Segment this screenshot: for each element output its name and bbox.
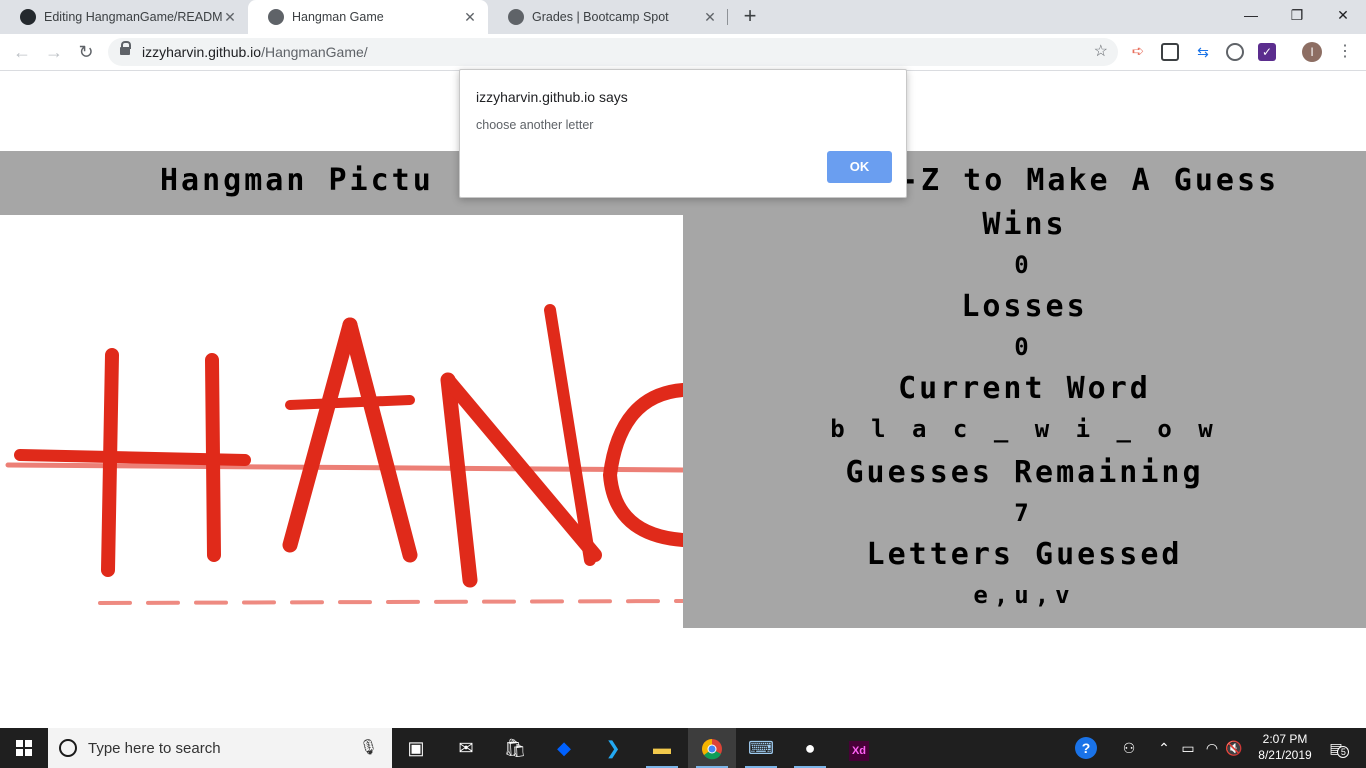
tab-grades-bootcamp[interactable]: Grades | Bootcamp Spot ✕ bbox=[488, 0, 728, 34]
tab-separator bbox=[727, 9, 728, 25]
close-icon[interactable]: ✕ bbox=[462, 9, 478, 26]
tab-title: Hangman Game bbox=[292, 10, 384, 24]
bookmark-star-icon[interactable]: ☆ bbox=[1094, 41, 1108, 61]
chevron-up-icon[interactable]: ⌃ bbox=[1154, 728, 1174, 768]
reload-button[interactable]: ↻ bbox=[74, 40, 98, 64]
dialog-message: choose another letter bbox=[476, 118, 594, 132]
cortana-icon bbox=[59, 739, 77, 757]
losses-value: 0 bbox=[1014, 333, 1035, 361]
minimize-button[interactable]: — bbox=[1228, 0, 1274, 30]
hangman-picture bbox=[0, 215, 683, 628]
help-icon[interactable]: ? bbox=[1072, 728, 1100, 768]
wins-label: Wins bbox=[982, 207, 1067, 242]
store-icon[interactable]: 🛍 bbox=[491, 728, 539, 768]
clock-time: 2:07 PM bbox=[1262, 732, 1308, 746]
losses-label: Losses bbox=[961, 289, 1088, 324]
windows-logo-icon bbox=[16, 740, 32, 756]
sync-extension-icon[interactable]: ⇆ bbox=[1194, 43, 1212, 61]
url-path: /HangmanGame/ bbox=[261, 44, 368, 60]
notifications-icon[interactable]: ▤ 5 bbox=[1322, 728, 1350, 768]
globe-icon bbox=[508, 9, 524, 25]
file-explorer-icon[interactable]: ▬ bbox=[638, 728, 686, 768]
tab-strip: Editing HangmanGame/README ✕ Hangman Gam… bbox=[0, 0, 1366, 34]
ok-button[interactable]: OK bbox=[827, 151, 892, 183]
address-bar[interactable]: izzyharvin.github.io/HangmanGame/ ☆ bbox=[108, 38, 1118, 66]
start-button[interactable] bbox=[0, 728, 48, 768]
forward-button[interactable]: → bbox=[42, 40, 66, 64]
tab-title: Editing HangmanGame/README bbox=[44, 10, 222, 24]
checkmark-extension-icon[interactable]: ✓ bbox=[1258, 43, 1276, 61]
microphone-icon[interactable]: 🎙 bbox=[359, 738, 378, 756]
task-view-icon[interactable]: ▣ bbox=[392, 728, 440, 768]
back-button[interactable]: ← bbox=[10, 40, 34, 64]
clock-date: 8/21/2019 bbox=[1258, 748, 1312, 762]
terminal-icon[interactable]: ⌨ bbox=[737, 728, 785, 768]
windows-taskbar: Type here to search 🎙 ▣ ✉ 🛍 ◆ ❯ ▬ ⌨ ● Xd… bbox=[0, 728, 1366, 768]
taskbar-search[interactable]: Type here to search 🎙 bbox=[48, 728, 392, 768]
browser-toolbar: ← → ↻ izzyharvin.github.io/HangmanGame/ … bbox=[0, 34, 1366, 71]
menu-kebab-icon[interactable]: ⋮ bbox=[1336, 43, 1354, 61]
maximize-button[interactable]: ❐ bbox=[1274, 0, 1320, 30]
system-clock[interactable]: 2:07 PM 8/21/2019 bbox=[1249, 731, 1321, 763]
hangman-brush-logo bbox=[5, 304, 683, 605]
current-word-value: b l a c _ w i _ o w bbox=[830, 415, 1219, 443]
close-icon[interactable]: ✕ bbox=[222, 9, 238, 26]
url-domain: izzyharvin.github.io bbox=[142, 44, 262, 60]
wins-value: 0 bbox=[1014, 251, 1035, 279]
volume-icon[interactable]: 🔇 bbox=[1224, 728, 1244, 768]
tab-hangman-game[interactable]: Hangman Game ✕ bbox=[248, 0, 488, 34]
battery-icon[interactable]: ▭ bbox=[1178, 728, 1198, 768]
github-desktop-icon[interactable]: ● bbox=[786, 728, 834, 768]
letters-guessed-label: Letters Guessed bbox=[866, 537, 1183, 572]
url-text: izzyharvin.github.io/HangmanGame/ bbox=[142, 44, 368, 60]
wifi-icon[interactable]: ◠ bbox=[1202, 728, 1222, 768]
header-left-text: Hangman Pictu bbox=[160, 163, 434, 198]
dialog-title: izzyharvin.github.io says bbox=[476, 89, 628, 105]
mail-icon[interactable]: ✉ bbox=[442, 728, 490, 768]
dropbox-icon[interactable]: ◆ bbox=[540, 728, 588, 768]
header-right-text: -Z to Make A Guess bbox=[900, 163, 1280, 198]
adobe-xd-icon[interactable]: Xd bbox=[835, 728, 883, 768]
vscode-icon[interactable]: ❯ bbox=[589, 728, 637, 768]
tab-editing-readme[interactable]: Editing HangmanGame/README ✕ bbox=[0, 0, 248, 34]
code-extension-icon[interactable] bbox=[1226, 43, 1244, 61]
github-icon bbox=[20, 9, 36, 25]
profile-avatar[interactable]: I bbox=[1302, 42, 1322, 62]
letters-guessed-value: e,u,v bbox=[973, 581, 1076, 609]
screenshot-extension-icon[interactable] bbox=[1161, 43, 1179, 61]
tab-title: Grades | Bootcamp Spot bbox=[532, 10, 669, 24]
globe-icon bbox=[268, 9, 284, 25]
guesses-remaining-value: 7 bbox=[1014, 499, 1035, 527]
alert-dialog: izzyharvin.github.io says choose another… bbox=[459, 69, 907, 198]
cast-extension-icon[interactable]: ➪ bbox=[1129, 43, 1147, 61]
lock-icon bbox=[120, 41, 131, 57]
guesses-remaining-label: Guesses Remaining bbox=[845, 455, 1204, 490]
chrome-icon[interactable] bbox=[688, 728, 736, 768]
search-placeholder: Type here to search bbox=[88, 740, 221, 757]
people-icon[interactable]: ⚇ bbox=[1118, 728, 1140, 768]
current-word-label: Current Word bbox=[898, 371, 1151, 406]
score-panel: Wins 0 Losses 0 Current Word b l a c _ w… bbox=[683, 207, 1366, 628]
new-tab-button[interactable]: + bbox=[738, 5, 762, 29]
close-window-button[interactable]: ✕ bbox=[1320, 0, 1366, 30]
close-icon[interactable]: ✕ bbox=[702, 9, 718, 26]
notification-count: 5 bbox=[1337, 746, 1350, 758]
